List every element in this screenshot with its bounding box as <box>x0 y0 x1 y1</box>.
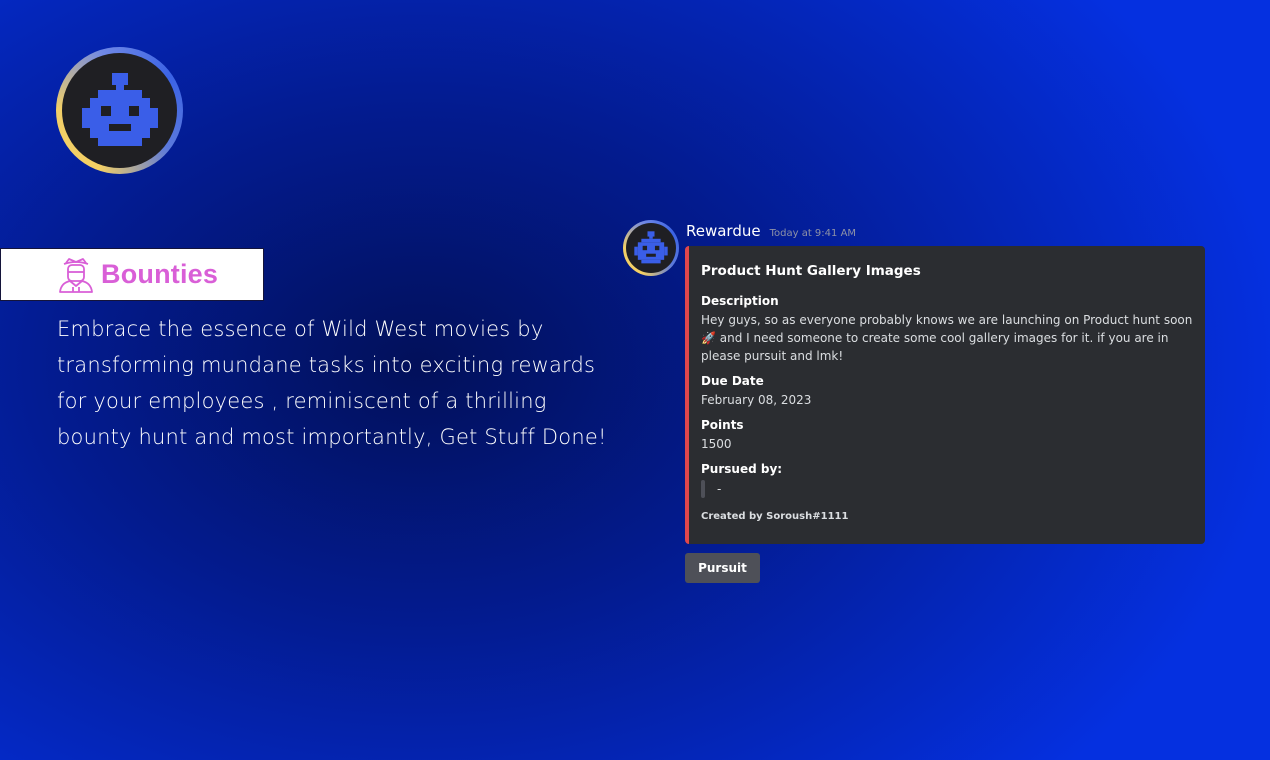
bounties-tag: Bounties <box>0 248 264 301</box>
app-logo <box>56 47 183 174</box>
description-text: Hey guys, so as everyone probably knows … <box>701 313 1193 363</box>
pursuit-button[interactable]: Pursuit <box>685 553 760 583</box>
robot-icon <box>634 231 668 264</box>
points-value: 1500 <box>701 437 732 451</box>
due-date-label: Due Date <box>701 374 764 388</box>
bounty-hunter-icon <box>56 255 96 295</box>
bounty-embed: Product Hunt Gallery Images Description … <box>685 246 1205 544</box>
message-header: Rewardue Today at 9:41 AM <box>686 222 856 240</box>
robot-icon <box>81 72 158 146</box>
embed-title: Product Hunt Gallery Images <box>701 263 921 279</box>
bot-avatar[interactable] <box>623 220 679 276</box>
quote-bar <box>701 480 705 498</box>
due-date-value: February 08, 2023 <box>701 393 812 407</box>
description-label: Description <box>701 294 779 308</box>
message-author[interactable]: Rewardue <box>686 222 761 240</box>
pursued-by-quote: - <box>701 480 1193 498</box>
pursued-by-label: Pursued by: <box>701 462 783 476</box>
pursued-by-value: - <box>717 482 722 496</box>
points-label: Points <box>701 418 744 432</box>
message-timestamp: Today at 9:41 AM <box>769 228 857 239</box>
embed-footer: Created by Soroush#1111 <box>701 511 849 522</box>
bounties-label: Bounties <box>101 259 219 289</box>
hero-description: Embrace the essence of Wild West movies … <box>57 317 607 449</box>
